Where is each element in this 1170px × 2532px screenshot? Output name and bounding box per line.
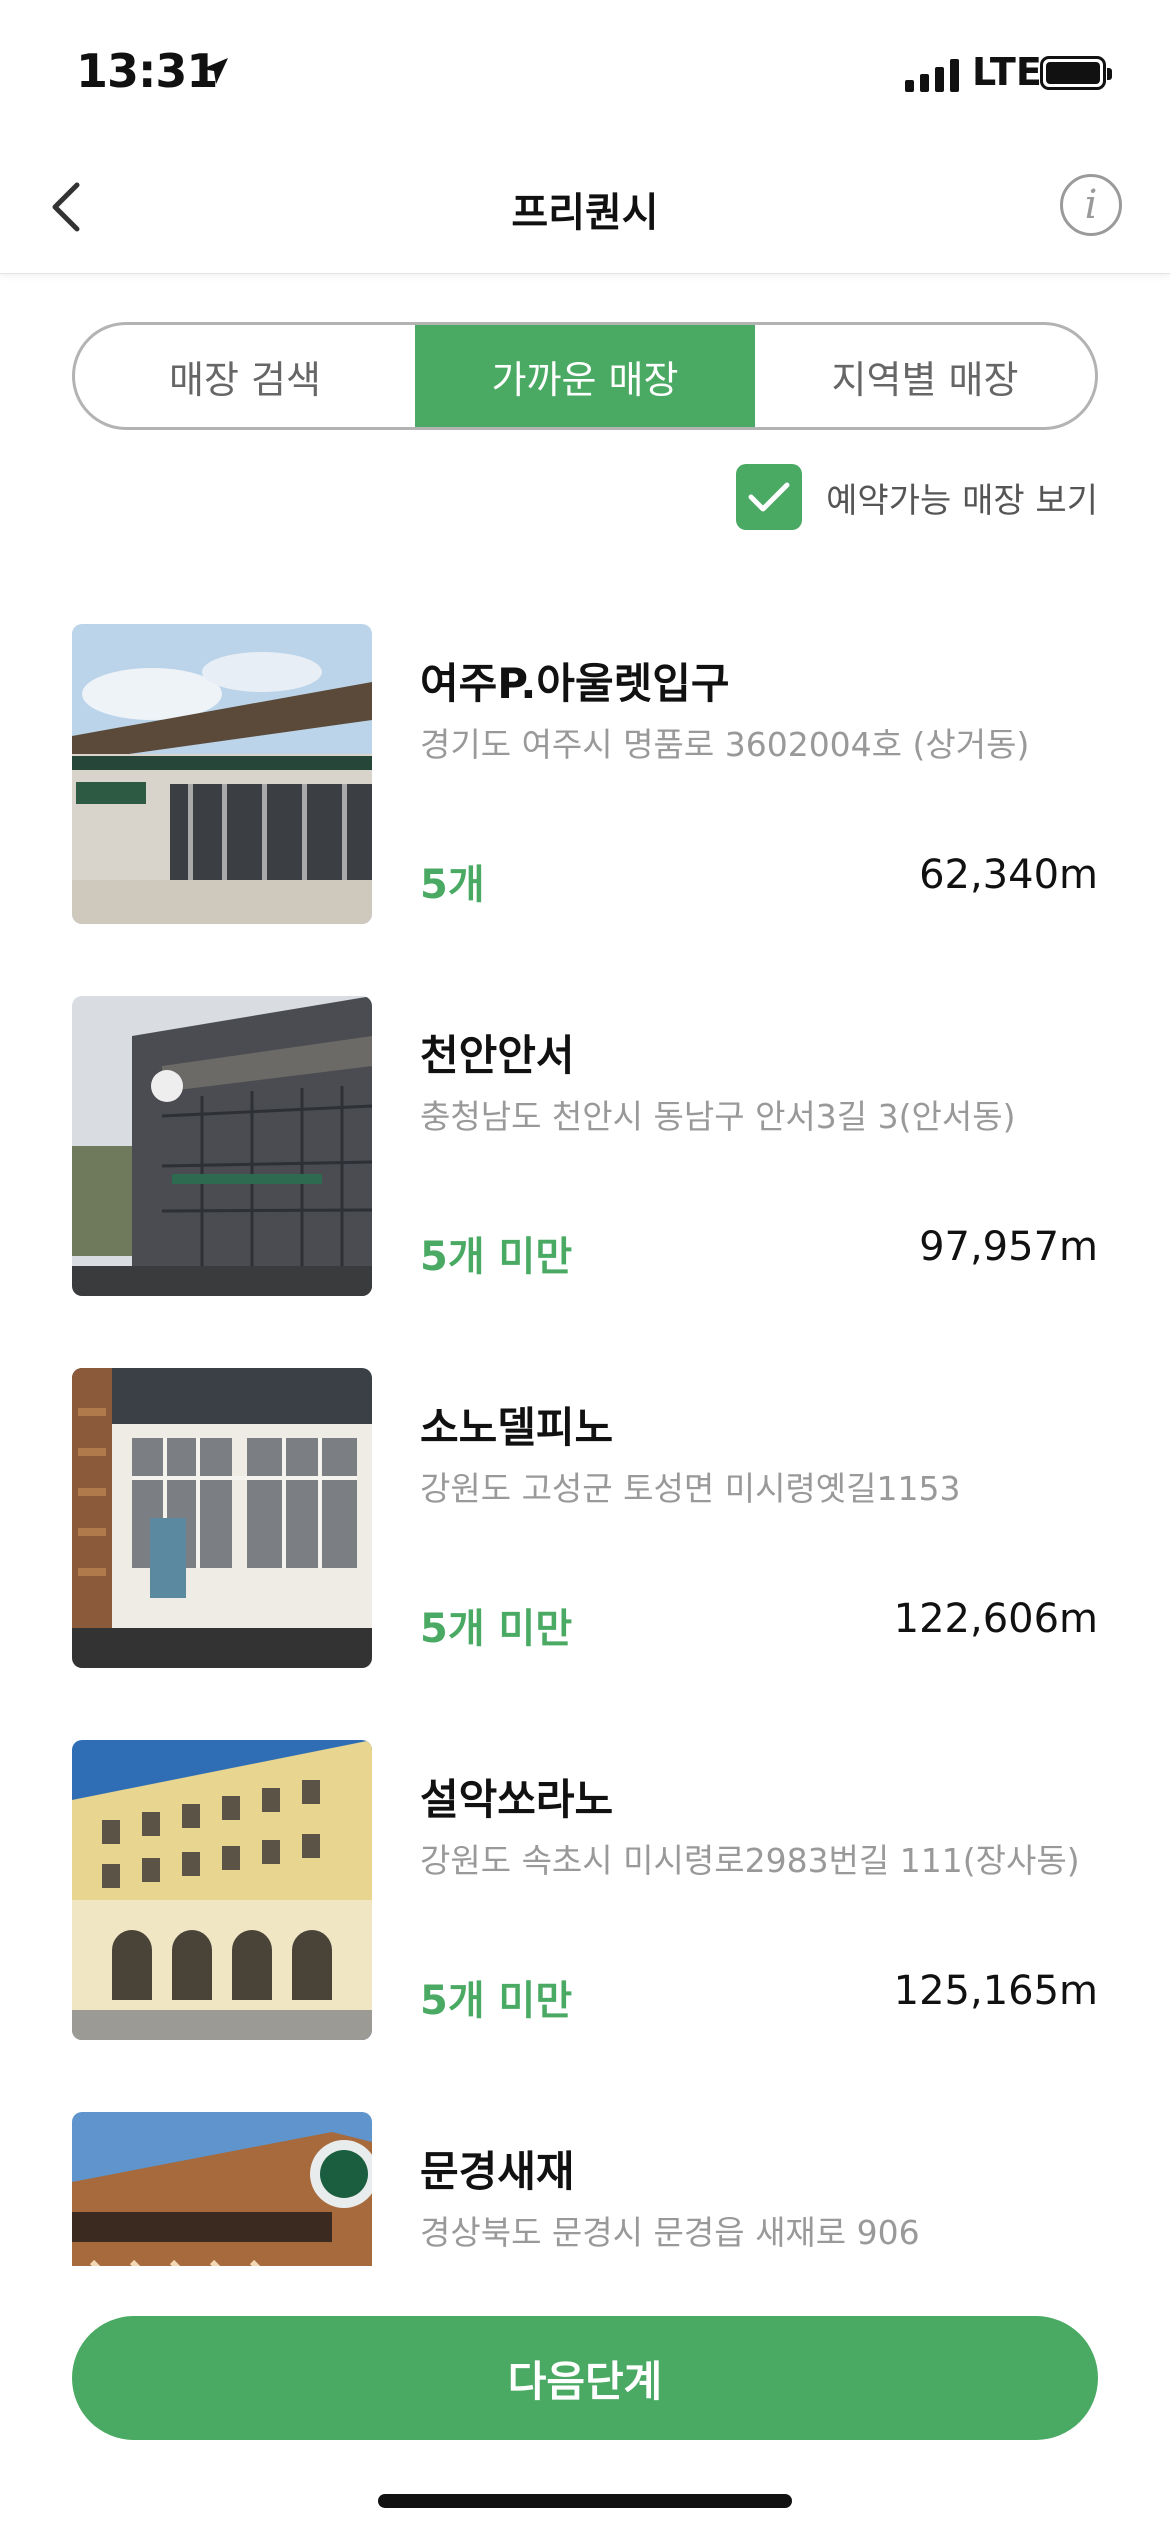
network-type: LTE xyxy=(972,50,1042,94)
tab-regional-stores[interactable]: 지역별 매장 xyxy=(755,325,1095,427)
store-address: 강원도 속초시 미시령로2983번길 111(장사동) xyxy=(420,1841,1080,1880)
status-time: 13:31 xyxy=(76,44,218,98)
store-item[interactable]: 천안안서 충청남도 천안시 동남구 안서3길 3(안서동) 5개 미만 97,9… xyxy=(72,996,1098,1296)
next-step-button[interactable]: 다음단계 xyxy=(72,2316,1098,2440)
store-address: 강원도 고성군 토성면 미시령옛길1153 xyxy=(420,1469,961,1508)
info-icon[interactable]: i xyxy=(1060,174,1122,236)
store-address: 충청남도 천안시 동남구 안서3길 3(안서동) xyxy=(420,1097,1016,1136)
store-name: 문경새재 xyxy=(420,2147,575,2196)
store-distance: 62,340m xyxy=(919,852,1098,898)
store-availability: 5개 미만 xyxy=(420,1234,573,1280)
store-item[interactable]: 문경새재 경상북도 문경시 문경읍 새재로 906 xyxy=(72,2112,1098,2266)
store-search-tabs: 매장 검색 가까운 매장 지역별 매장 xyxy=(72,322,1098,430)
store-item[interactable]: 여주P.아울렛입구 경기도 여주시 명품로 3602004호 (상거동) 5개 … xyxy=(72,624,1098,924)
store-list: 여주P.아울렛입구 경기도 여주시 명품로 3602004호 (상거동) 5개 … xyxy=(0,624,1170,2266)
reservable-label: 예약가능 매장 보기 xyxy=(826,480,1098,521)
store-name: 소노델피노 xyxy=(420,1403,614,1452)
store-item[interactable]: 설악쏘라노 강원도 속초시 미시령로2983번길 111(장사동) 5개 미만 … xyxy=(72,1740,1098,2040)
store-photo xyxy=(72,2112,372,2266)
store-photo xyxy=(72,1368,372,1668)
location-arrow-icon xyxy=(202,58,228,84)
tab-store-search[interactable]: 매장 검색 xyxy=(75,325,415,427)
store-distance: 125,165m xyxy=(893,1968,1098,2014)
reservable-checkbox[interactable] xyxy=(736,464,803,530)
store-photo xyxy=(72,1740,372,2040)
reservable-filter[interactable]: 예약가능 매장 보기 xyxy=(736,464,1098,530)
store-availability: 5개 미만 xyxy=(420,1978,573,2024)
store-address: 경상북도 문경시 문경읍 새재로 906 xyxy=(420,2213,920,2252)
checkmark-icon xyxy=(748,482,790,512)
page-title: 프리퀀시 xyxy=(511,190,659,236)
store-availability: 5개 xyxy=(420,862,485,908)
info-glyph: i xyxy=(1084,182,1098,228)
tab-nearby-stores[interactable]: 가까운 매장 xyxy=(415,325,755,427)
store-address: 경기도 여주시 명품로 3602004호 (상거동) xyxy=(420,725,1030,764)
store-distance: 122,606m xyxy=(893,1596,1098,1642)
bottom-bar: 다음단계 xyxy=(0,2266,1170,2532)
store-name: 설악쏘라노 xyxy=(420,1775,614,1824)
store-name: 여주P.아울렛입구 xyxy=(420,659,730,708)
store-photo xyxy=(72,624,372,924)
home-indicator xyxy=(378,2494,792,2508)
status-bar: 13:31 LTE xyxy=(0,0,1170,140)
store-item[interactable]: 소노델피노 강원도 고성군 토성면 미시령옛길1153 5개 미만 122,60… xyxy=(72,1368,1098,1668)
store-distance: 97,957m xyxy=(919,1224,1098,1270)
store-photo xyxy=(72,996,372,1296)
battery-icon xyxy=(1040,56,1112,90)
store-name: 천안안서 xyxy=(420,1031,575,1080)
signal-bars-icon xyxy=(905,58,959,92)
nav-bar: 프리퀀시 i xyxy=(0,140,1170,274)
store-availability: 5개 미만 xyxy=(420,1606,573,1652)
